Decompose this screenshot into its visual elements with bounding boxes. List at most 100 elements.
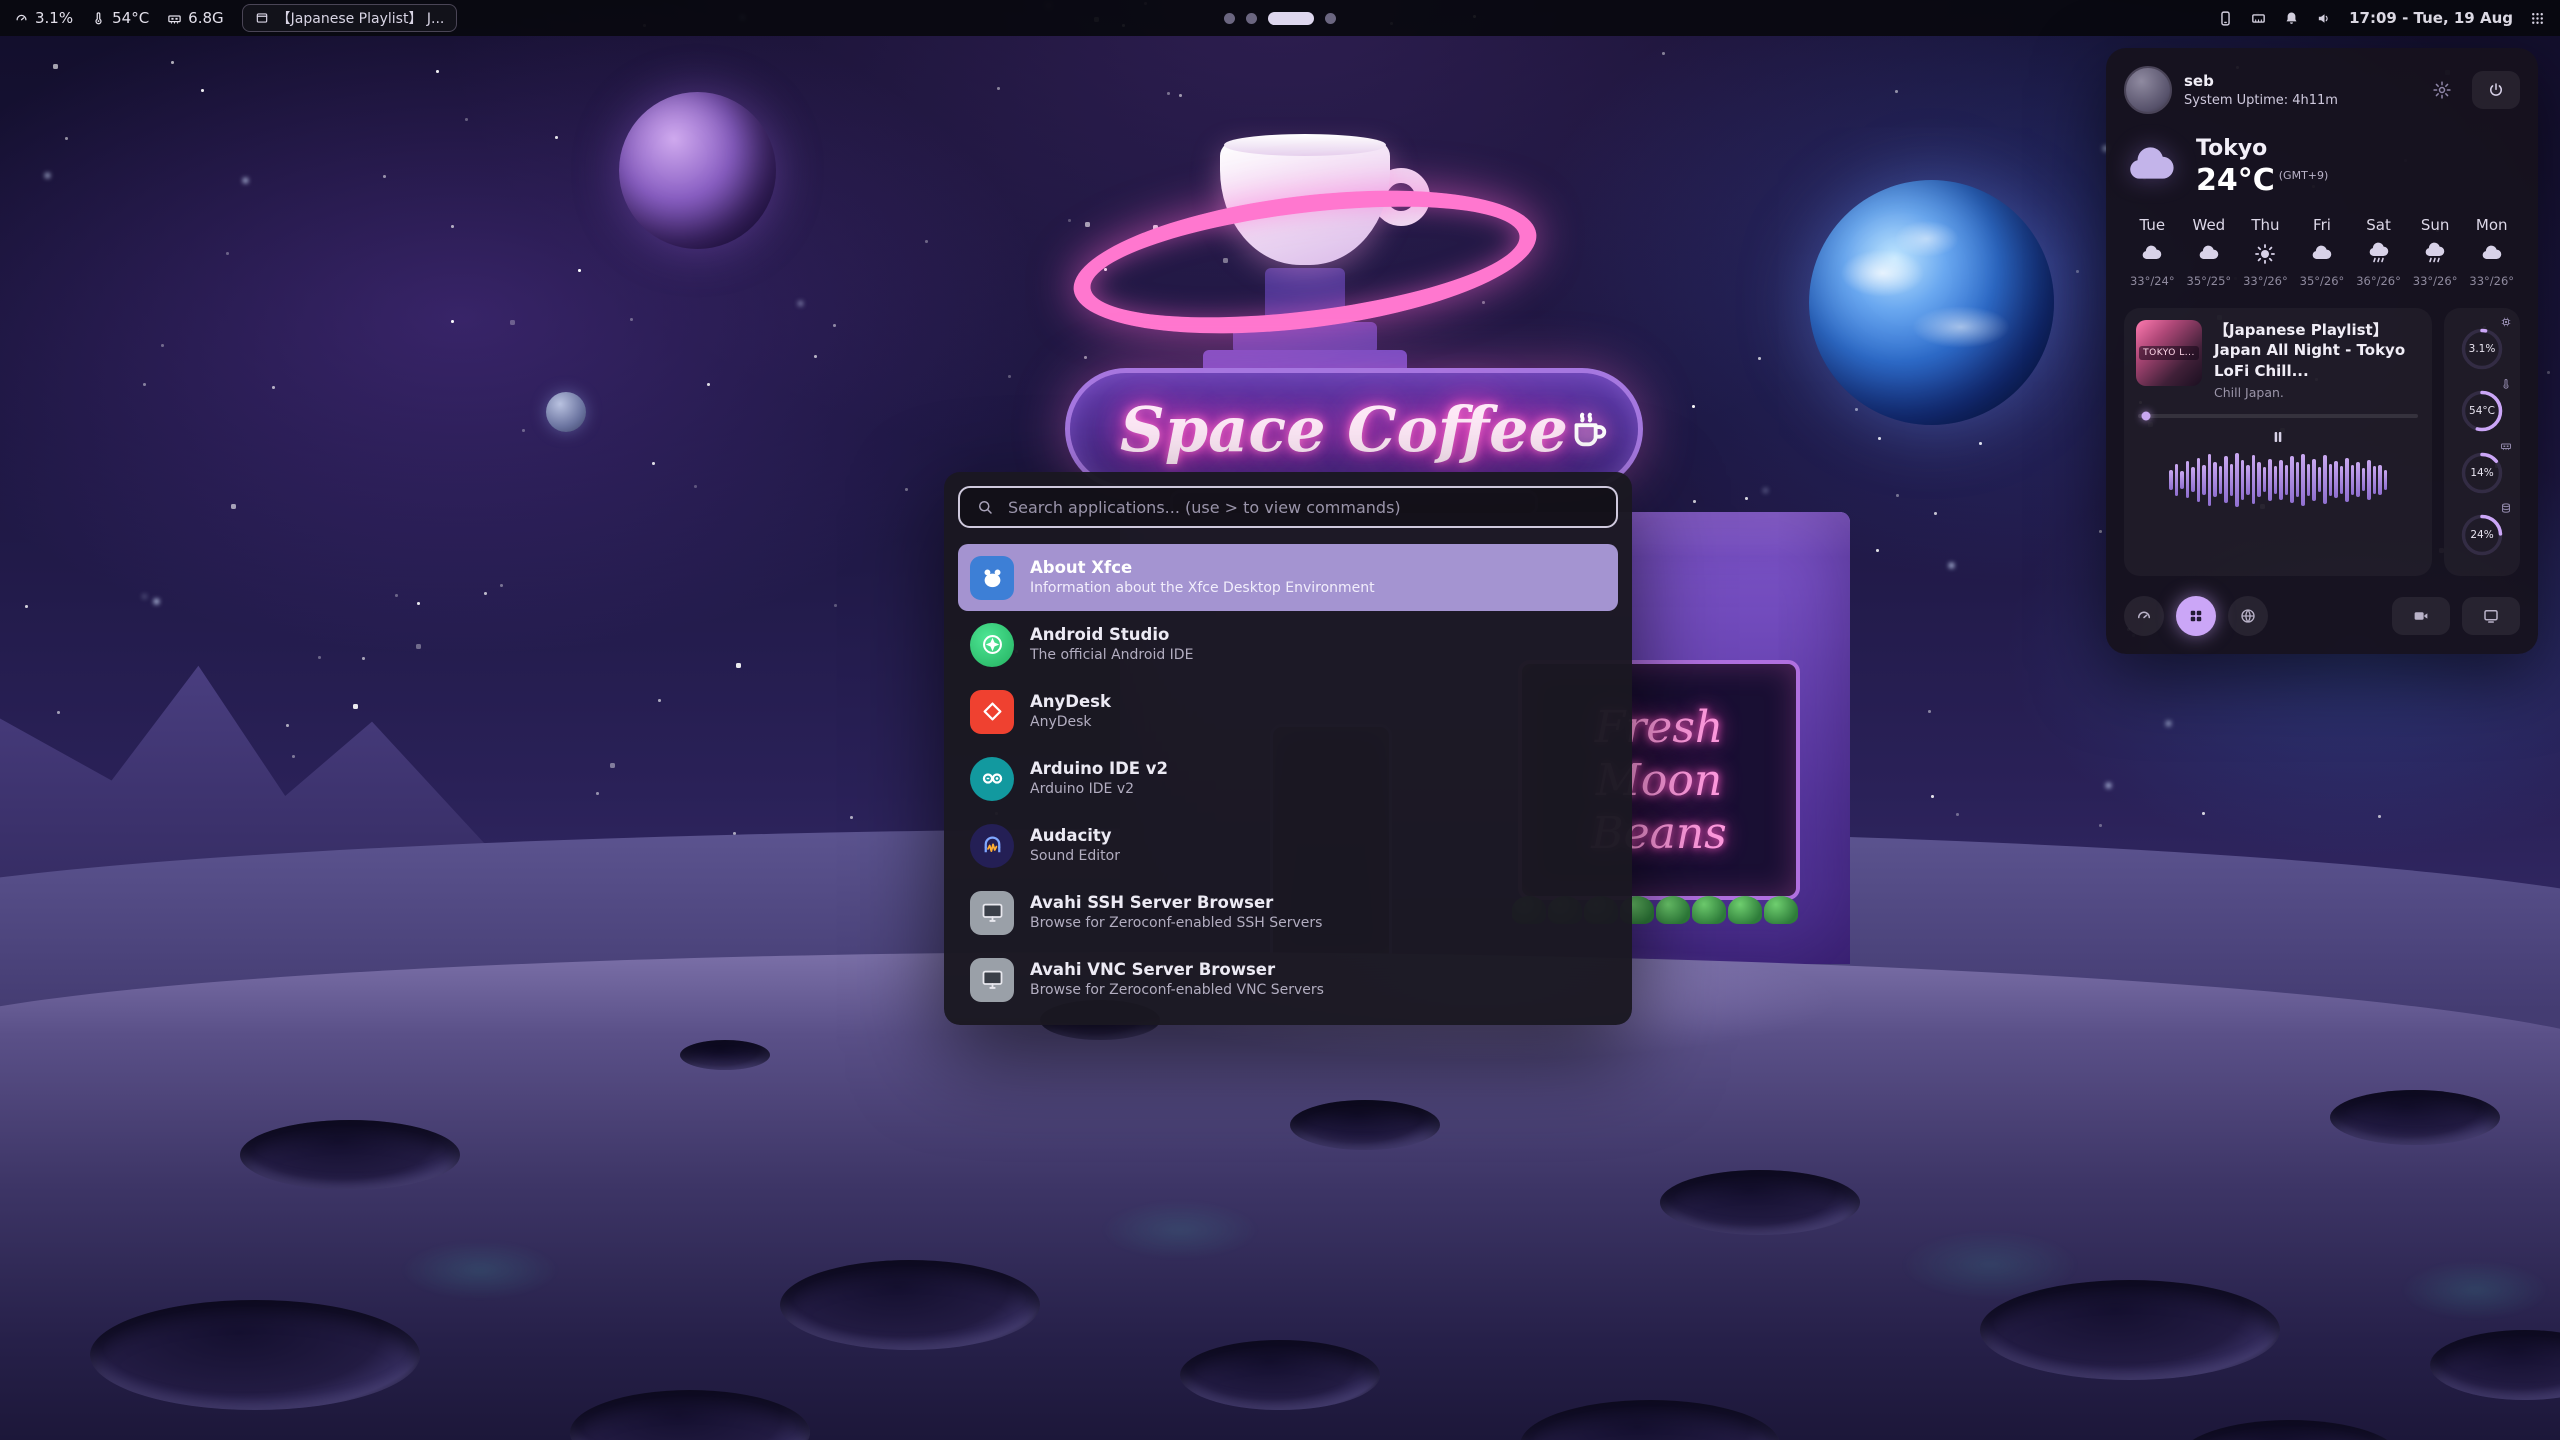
- forecast-day: Mon 33°/26°: [2463, 216, 2520, 288]
- system-stats: 3.1% 54°C 14% 24%: [2444, 308, 2520, 576]
- cpu-gauge-icon: [14, 11, 29, 26]
- volume-icon[interactable]: [2316, 10, 2333, 27]
- cpu-usage-value: 3.1%: [35, 9, 73, 27]
- crater: [680, 1040, 770, 1070]
- user-header: seb System Uptime: 4h11m: [2124, 66, 2520, 114]
- top-bar: 3.1% 54°C 6.8G 【Japanese Playlist】 J... …: [0, 0, 2560, 36]
- uptime-label: System Uptime: 4h11m: [2184, 93, 2338, 108]
- crater: [1290, 1100, 1440, 1150]
- forecast-day: Tue 33°/24°: [2124, 216, 2181, 288]
- apps-grid-icon: [2187, 607, 2205, 625]
- weather-forecast: Tue 33°/24° Wed 35°/25° Thu 33°/26° Fri …: [2124, 216, 2520, 288]
- apps-button[interactable]: [2176, 596, 2216, 636]
- cloud-icon: [2124, 139, 2180, 195]
- dashboard-button[interactable]: [2124, 596, 2164, 636]
- app-row-avahi-ssh[interactable]: Avahi SSH Server Browser Browse for Zero…: [958, 879, 1618, 946]
- active-window-chip[interactable]: 【Japanese Playlist】 J...: [242, 4, 458, 32]
- cpu-indicator[interactable]: 3.1%: [14, 9, 73, 27]
- app-row-android-studio[interactable]: Android Studio The official Android IDE: [958, 611, 1618, 678]
- app-row-anydesk[interactable]: AnyDesk AnyDesk: [958, 678, 1618, 745]
- xfce-icon: [970, 556, 1014, 600]
- crater: [240, 1120, 460, 1190]
- audacity-icon: [970, 824, 1014, 868]
- clock[interactable]: 17:09 - Tue, 19 Aug: [2349, 9, 2513, 27]
- forecast-day: Sat 36°/26°: [2350, 216, 2407, 288]
- app-launcher: About Xfce Information about the Xfce De…: [944, 472, 1632, 1025]
- crater: [1180, 1340, 1380, 1410]
- forecast-icon: [2197, 242, 2221, 266]
- temperature-gauge: 54°C: [2454, 380, 2510, 442]
- forecast-day: Thu 33°/26°: [2237, 216, 2294, 288]
- window-icon: [255, 11, 269, 25]
- waveform: [2136, 452, 2420, 508]
- weather-temp: 24°C(GMT+9): [2196, 163, 2328, 198]
- workspace-dot[interactable]: [1246, 13, 1257, 24]
- username: seb: [2184, 72, 2338, 90]
- saturn-ring: [1066, 168, 1545, 356]
- avatar[interactable]: [2124, 66, 2172, 114]
- memory-value: 6.8G: [188, 9, 223, 27]
- tablet-icon: [2482, 607, 2500, 625]
- app-list: About Xfce Information about the Xfce De…: [958, 544, 1618, 1013]
- videocam-icon: [2412, 607, 2430, 625]
- memory-gauge: 14%: [2454, 442, 2510, 504]
- phone-icon[interactable]: [2217, 10, 2234, 27]
- settings-button[interactable]: [2424, 72, 2460, 108]
- temperature-value: 54°C: [112, 9, 149, 27]
- workspace-dot[interactable]: [1224, 13, 1235, 24]
- forecast-day: Wed 35°/25°: [2181, 216, 2238, 288]
- android-studio-icon: [970, 623, 1014, 667]
- quick-actions: [2124, 596, 2520, 636]
- active-window-title: 【Japanese Playlist】 J...: [277, 8, 445, 28]
- progress-bar[interactable]: [2138, 414, 2418, 418]
- forecast-icon: [2367, 242, 2391, 266]
- temperature-indicator[interactable]: 54°C: [91, 9, 149, 27]
- avahi-vnc-icon: [970, 958, 1014, 1002]
- forecast-day: Sun 33°/26°: [2407, 216, 2464, 288]
- crater: [1660, 1170, 1860, 1235]
- control-panel: seb System Uptime: 4h11m Tokyo 24°C(GMT+…: [2106, 48, 2538, 654]
- cpu-gauge: 3.1%: [2454, 318, 2510, 380]
- workspace-dot[interactable]: [1268, 12, 1314, 25]
- app-row-audacity[interactable]: Audacity Sound Editor: [958, 812, 1618, 879]
- globe-icon: [2239, 607, 2257, 625]
- forecast-day: Fri 35°/26°: [2294, 216, 2351, 288]
- crater: [780, 1260, 1040, 1350]
- search-icon: [976, 498, 994, 516]
- network-icon[interactable]: [2250, 10, 2267, 27]
- workspace-indicator[interactable]: [1224, 0, 1336, 36]
- thermometer-icon: [91, 11, 106, 26]
- search-input[interactable]: [1006, 497, 1600, 518]
- forecast-icon: [2253, 242, 2277, 266]
- app-row-arduino[interactable]: Arduino IDE v2 Arduino IDE v2: [958, 745, 1618, 812]
- forecast-icon: [2480, 242, 2504, 266]
- progress-handle[interactable]: [2142, 411, 2151, 420]
- forecast-icon: [2310, 242, 2334, 266]
- track-artist: Chill Japan.: [2214, 385, 2420, 400]
- search-bar[interactable]: [958, 486, 1618, 528]
- forecast-icon: [2140, 242, 2164, 266]
- network-button[interactable]: [2228, 596, 2268, 636]
- memory-indicator[interactable]: 6.8G: [167, 9, 223, 27]
- arduino-icon: [970, 757, 1014, 801]
- album-art[interactable]: TOKYO L...: [2136, 320, 2202, 386]
- app-row-avahi-vnc[interactable]: Avahi VNC Server Browser Browse for Zero…: [958, 946, 1618, 1013]
- app-row-about-xfce[interactable]: About Xfce Information about the Xfce De…: [958, 544, 1618, 611]
- display-button[interactable]: [2462, 597, 2520, 635]
- forecast-icon: [2423, 242, 2447, 266]
- bell-icon[interactable]: [2283, 10, 2300, 27]
- app-grid-icon[interactable]: [2529, 10, 2546, 27]
- purple-planet: [619, 92, 776, 249]
- avahi-ssh-icon: [970, 891, 1014, 935]
- disk-gauge: 24%: [2454, 504, 2510, 566]
- small-moon: [546, 392, 586, 432]
- gear-icon: [2432, 80, 2452, 100]
- music-player: TOKYO L... 【Japanese Playlist】 Japan All…: [2124, 308, 2432, 576]
- screen-record-button[interactable]: [2392, 597, 2450, 635]
- anydesk-icon: [970, 690, 1014, 734]
- power-button[interactable]: [2472, 71, 2520, 109]
- workspace-dot[interactable]: [1325, 13, 1336, 24]
- track-title: 【Japanese Playlist】 Japan All Night - To…: [2214, 320, 2420, 381]
- pause-button[interactable]: [2262, 426, 2294, 448]
- sign-text: Space Coffee: [1120, 393, 1568, 466]
